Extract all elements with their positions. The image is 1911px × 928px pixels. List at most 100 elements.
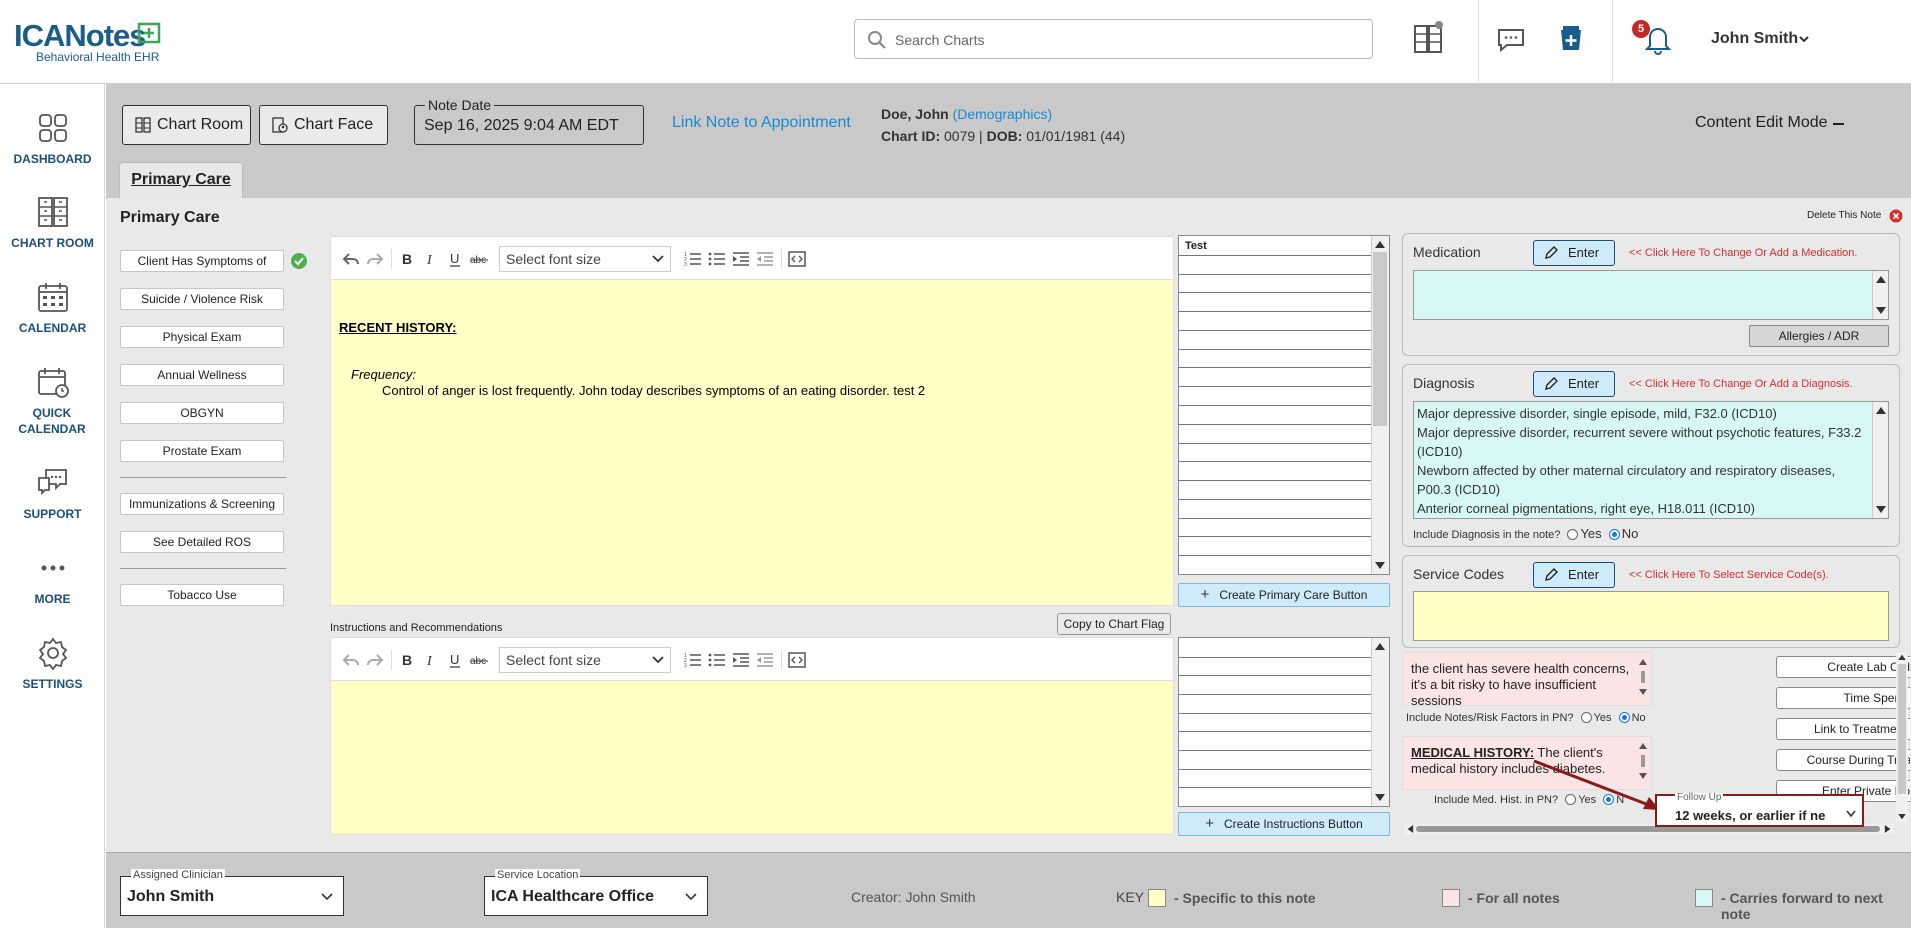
scroll-right-icon[interactable]: [1884, 825, 1892, 833]
redo-icon[interactable]: [365, 249, 385, 269]
indent-icon[interactable]: [731, 249, 751, 269]
link-note-to-appointment[interactable]: Link Note to Appointment: [672, 114, 851, 132]
ordered-list-icon[interactable]: 123: [683, 249, 703, 269]
create-lab-order-button[interactable]: Create Lab Order: [1776, 656, 1910, 678]
client-symptoms-button[interactable]: Client Has Symptoms of: [120, 250, 284, 272]
nav-support[interactable]: SUPPORT: [0, 466, 105, 522]
obgyn-button[interactable]: OBGYN: [120, 402, 284, 424]
messages-icon[interactable]: [1495, 20, 1527, 56]
tab-primary-care[interactable]: Primary Care: [119, 162, 243, 198]
bullet-list-icon[interactable]: [707, 650, 727, 670]
assigned-clinician-select[interactable]: Assigned Clinician John Smith: [120, 869, 344, 916]
font-size-select[interactable]: Select font size: [499, 647, 671, 673]
service-location-select[interactable]: Service Location ICA Healthcare Office: [484, 869, 708, 916]
strikethrough-icon[interactable]: abc: [469, 650, 489, 670]
nav-calendar[interactable]: CALENDAR: [0, 280, 105, 336]
suicide-violence-risk-button[interactable]: Suicide / Violence Risk: [120, 288, 284, 310]
primary-care-button-grid[interactable]: Test: [1178, 235, 1390, 575]
ordered-list-icon[interactable]: 123: [683, 650, 703, 670]
outdent-icon[interactable]: [755, 650, 775, 670]
chart-cabinet-icon[interactable]: [1413, 20, 1445, 56]
app-logo[interactable]: ICANotes Behavioral Health EHR: [14, 18, 174, 64]
radio-yes[interactable]: [1567, 529, 1579, 540]
strikethrough-icon[interactable]: abc: [469, 249, 489, 269]
scroll-up-icon[interactable]: [1375, 240, 1385, 248]
nav-settings[interactable]: SETTINGS: [0, 636, 105, 692]
chart-room-button[interactable]: Chart Room: [122, 105, 251, 145]
scrollbar-thumb[interactable]: [1373, 252, 1387, 426]
scroll-arrows-icon[interactable]: [1637, 657, 1649, 697]
italic-icon[interactable]: I: [421, 650, 441, 670]
delete-note-link[interactable]: Delete This Note: [1807, 210, 1881, 221]
physical-exam-button[interactable]: Physical Exam: [120, 326, 284, 348]
scrollbar[interactable]: [1371, 236, 1389, 574]
time-spent-button[interactable]: Time Spent: [1776, 687, 1910, 709]
scrollbar-thumb[interactable]: [1898, 664, 1906, 794]
italic-icon[interactable]: I: [421, 249, 441, 269]
user-menu-name[interactable]: John Smith: [1711, 30, 1798, 48]
scroll-up-icon[interactable]: [1898, 654, 1906, 660]
recent-history-text-area[interactable]: RECENT HISTORY: Frequency: Control of an…: [331, 280, 1173, 605]
prostate-exam-button[interactable]: Prostate Exam: [120, 440, 284, 462]
create-instructions-button[interactable]: + Create Instructions Button: [1178, 812, 1390, 836]
scrollbar[interactable]: [1872, 271, 1888, 319]
detailed-ros-button[interactable]: See Detailed ROS: [120, 531, 284, 553]
bullet-list-icon[interactable]: [707, 249, 727, 269]
redo-icon[interactable]: [365, 650, 385, 670]
scrollbar[interactable]: [1872, 402, 1888, 518]
diagnosis-enter-button[interactable]: Enter: [1533, 371, 1615, 397]
notes-risk-box[interactable]: the client has severe health concerns, i…: [1402, 652, 1652, 706]
outdent-icon[interactable]: [755, 249, 775, 269]
chevron-down-icon[interactable]: [1798, 33, 1810, 45]
scroll-down-icon[interactable]: [1375, 562, 1385, 570]
service-codes-list[interactable]: [1413, 591, 1889, 641]
undo-icon[interactable]: [341, 650, 361, 670]
medication-list[interactable]: [1413, 270, 1889, 320]
radio-no[interactable]: [1608, 529, 1620, 540]
nav-dashboard[interactable]: DASHBOARD: [0, 111, 105, 167]
radio-yes[interactable]: [1580, 712, 1592, 723]
content-edit-mode[interactable]: Content Edit Mode: [1695, 114, 1828, 132]
link-treatment-plan-button[interactable]: Link to Treatment Plan: [1776, 718, 1910, 740]
scroll-up-icon[interactable]: [1375, 642, 1385, 650]
search-bar[interactable]: [854, 19, 1373, 59]
scroll-up-icon[interactable]: [1876, 275, 1886, 283]
font-size-select[interactable]: Select font size: [499, 246, 671, 272]
copy-to-chart-flag-button[interactable]: Copy to Chart Flag: [1057, 613, 1171, 635]
undo-icon[interactable]: [341, 249, 361, 269]
bold-icon[interactable]: B: [397, 249, 417, 269]
medication-enter-button[interactable]: Enter: [1533, 240, 1615, 266]
vertical-scrollbar[interactable]: [1896, 652, 1908, 822]
prescription-icon[interactable]: [1555, 20, 1587, 56]
note-date-field[interactable]: Note Date Sep 16, 2025 9:04 AM EDT: [414, 97, 644, 145]
diagnosis-list[interactable]: Major depressive disorder, single episod…: [1413, 401, 1889, 519]
nav-quick-calendar[interactable]: QUICK CALENDAR: [0, 365, 105, 437]
bold-icon[interactable]: B: [397, 650, 417, 670]
create-primary-care-button[interactable]: + Create Primary Care Button: [1178, 583, 1390, 607]
radio-no[interactable]: [1618, 712, 1630, 723]
underline-icon[interactable]: U: [445, 249, 465, 269]
collapse-icon[interactable]: [1833, 123, 1844, 125]
scroll-down-icon[interactable]: [1898, 814, 1906, 820]
bell-icon[interactable]: [1642, 20, 1674, 56]
service-codes-enter-button[interactable]: Enter: [1533, 562, 1615, 588]
demographics-link[interactable]: (Demographics): [953, 106, 1053, 122]
scroll-up-icon[interactable]: [1876, 406, 1886, 414]
nav-more[interactable]: MORE: [0, 551, 105, 607]
immunizations-screening-button[interactable]: Immunizations & Screening: [120, 493, 284, 515]
allergies-adr-button[interactable]: Allergies / ADR: [1749, 325, 1889, 347]
course-during-treatment-button[interactable]: Course During Treatment: [1776, 749, 1910, 771]
search-input[interactable]: [895, 28, 1355, 52]
annual-wellness-button[interactable]: Annual Wellness: [120, 364, 284, 386]
instructions-text-area[interactable]: [331, 681, 1173, 834]
indent-icon[interactable]: [731, 650, 751, 670]
source-code-icon[interactable]: [787, 249, 807, 269]
scroll-down-icon[interactable]: [1876, 307, 1886, 315]
instructions-button-grid[interactable]: [1178, 637, 1390, 807]
nav-chart-room[interactable]: CHART ROOM: [0, 195, 105, 251]
source-code-icon[interactable]: [787, 650, 807, 670]
scroll-down-icon[interactable]: [1375, 794, 1385, 802]
scroll-down-icon[interactable]: [1876, 506, 1886, 514]
tobacco-use-button[interactable]: Tobacco Use: [120, 584, 284, 606]
underline-icon[interactable]: U: [445, 650, 465, 670]
